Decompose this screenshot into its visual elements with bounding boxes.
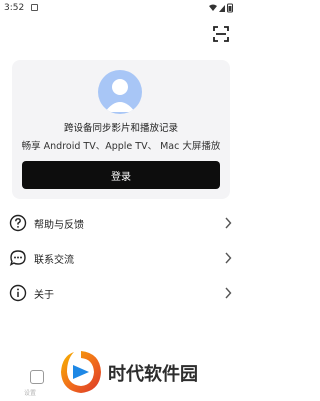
status-bar: 3:52 — [0, 0, 240, 18]
watermark-text: 时代软件园 — [108, 364, 198, 385]
settings-tab-label[interactable]: 设置 — [24, 388, 36, 397]
login-button[interactable]: 登录 — [22, 161, 220, 189]
menu-item-about[interactable]: 关于 — [0, 276, 240, 310]
help-icon — [9, 214, 27, 232]
chevron-right-icon — [225, 252, 232, 264]
wifi-signal-battery-icon — [209, 3, 233, 13]
notification-icon — [31, 4, 38, 11]
settings-tab-icon[interactable] — [30, 370, 44, 384]
chevron-right-icon — [225, 217, 232, 229]
sync-subtitle: 畅享 Android TV、Apple TV、 Mac 大屏播放 — [21, 141, 221, 152]
status-indicators — [208, 3, 234, 13]
chevron-right-icon — [225, 287, 232, 299]
info-icon — [9, 284, 27, 302]
sync-title: 跨设备同步影片和播放记录 — [63, 123, 178, 134]
menu-label-help: 帮助与反馈 — [34, 220, 84, 231]
menu-label-contact: 联系交流 — [34, 255, 74, 266]
menu-label-about: 关于 — [34, 290, 54, 301]
avatar[interactable] — [98, 70, 142, 114]
chat-icon — [9, 250, 26, 266]
status-time: 3:52 — [4, 3, 25, 13]
menu-item-contact[interactable]: 联系交流 — [0, 241, 240, 275]
watermark-logo-icon — [61, 351, 101, 393]
scan-icon — [213, 26, 229, 42]
watermark: 时代软件园 — [56, 347, 232, 397]
login-card: 跨设备同步影片和播放记录 畅享 Android TV、Apple TV、 Mac… — [12, 60, 230, 199]
user-avatar-icon — [105, 79, 135, 112]
menu-item-help[interactable]: 帮助与反馈 — [0, 206, 240, 240]
scan-button[interactable] — [211, 24, 231, 44]
